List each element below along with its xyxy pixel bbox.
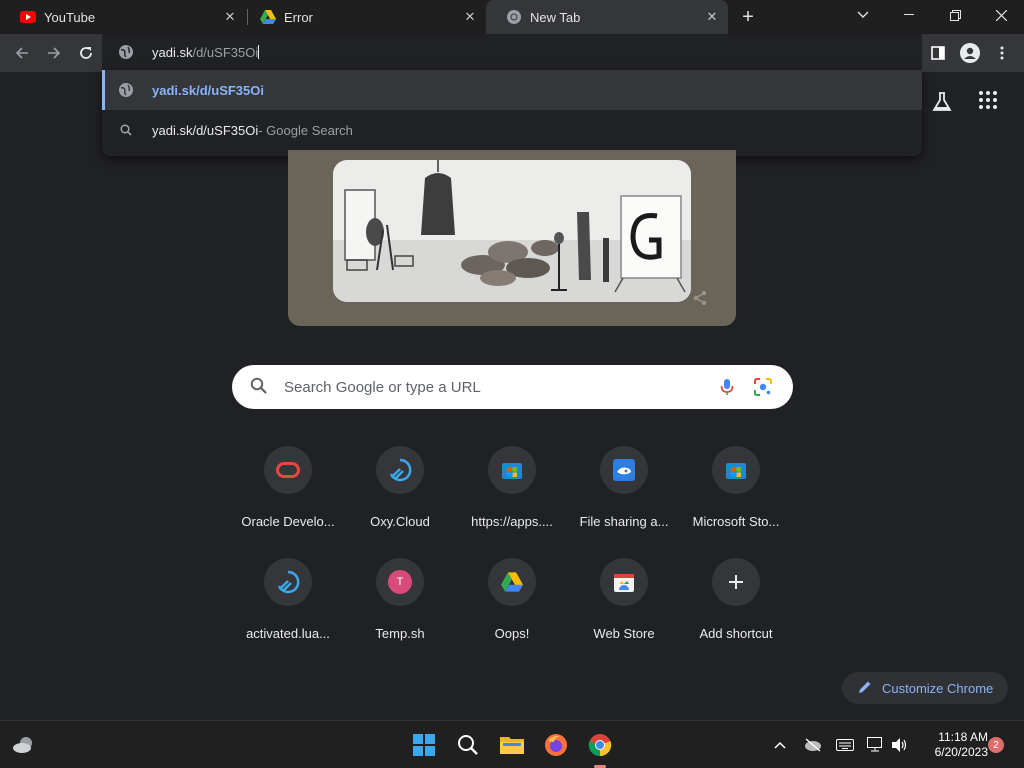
shortcut-label: Temp.sh (375, 626, 425, 641)
search-icon (118, 122, 134, 138)
suggestion-url[interactable]: yadi.sk/d/uSF35Oi (102, 70, 922, 110)
search-input[interactable]: Search Google or type a URL (284, 379, 717, 396)
address-typed-text: yadi.sk (152, 44, 193, 60)
reload-button[interactable] (72, 39, 100, 67)
suggestion-search[interactable]: yadi.sk/d/uSF35Oi - Google Search (102, 110, 922, 150)
firefox-icon[interactable] (540, 729, 572, 761)
close-icon[interactable]: ✕ (460, 7, 480, 27)
letter-avatar-icon: T (376, 558, 424, 606)
shortcut-label: File sharing a... (579, 514, 669, 529)
close-window-button[interactable] (978, 0, 1024, 30)
file-explorer-icon[interactable] (496, 729, 528, 761)
shortcut-oops[interactable]: Oops! (456, 556, 568, 656)
clock-date: 6/20/2023 (934, 745, 988, 759)
address-input[interactable]: yadi.sk/d/uSF35Oi (152, 44, 260, 60)
profile-avatar[interactable] (956, 39, 984, 67)
youtube-icon (20, 9, 36, 25)
web-store-icon (600, 558, 648, 606)
keyboard-icon[interactable] (835, 735, 855, 755)
weather-icon[interactable] (8, 729, 40, 761)
google-doodle[interactable] (333, 160, 691, 302)
share-icon[interactable] (692, 290, 708, 306)
close-icon[interactable]: ✕ (220, 7, 240, 27)
shortcut-label: Add shortcut (699, 626, 773, 641)
close-icon[interactable]: ✕ (702, 7, 722, 27)
suggestion-suffix: - Google Search (258, 122, 353, 138)
google-drive-icon (260, 9, 276, 25)
microsoft-store-icon (488, 446, 536, 494)
back-button[interactable] (8, 39, 36, 67)
shortcut-temp-sh[interactable]: T Temp.sh (344, 556, 456, 656)
system-clock[interactable]: 11:18 AM 6/20/2023 (918, 730, 988, 760)
taskbar: 11:18 AM 6/20/2023 2 (0, 720, 1024, 768)
search-icon[interactable] (452, 729, 484, 761)
customize-label: Customize Chrome (882, 680, 994, 696)
voice-search-icon[interactable] (717, 377, 737, 397)
globe-icon (118, 44, 134, 60)
address-bar[interactable]: yadi.sk/d/uSF35Oi (102, 34, 922, 70)
shortcut-label: Oops! (494, 626, 530, 641)
shortcut-label: Microsoft Sto... (692, 514, 780, 529)
shortcut-microsoft-store[interactable]: Microsoft Sto... (680, 444, 792, 544)
tab-search-chevron-icon[interactable] (840, 0, 886, 30)
shortcut-activated-lua[interactable]: activated.lua... (232, 556, 344, 656)
customize-chrome-button[interactable]: Customize Chrome (842, 672, 1008, 704)
file-sharing-icon (600, 446, 648, 494)
volume-icon[interactable] (890, 735, 910, 755)
suggestion-text: yadi.sk/d/uSF35Oi (152, 82, 264, 98)
pencil-icon (858, 680, 874, 696)
tab-new-tab[interactable]: New Tab ✕ (486, 0, 728, 34)
google-lens-icon[interactable] (753, 377, 773, 397)
letter-avatar: T (388, 570, 412, 594)
shortcut-label: Web Store (593, 626, 655, 641)
menu-kebab-icon[interactable] (988, 39, 1016, 67)
plus-icon (712, 558, 760, 606)
side-panel-icon[interactable] (924, 39, 952, 67)
address-autocomplete-text: /d/uSF35Oi (192, 44, 259, 60)
chrome-icon (506, 9, 522, 25)
shortcut-oracle[interactable]: Oracle Develo... (232, 444, 344, 544)
restore-button[interactable] (932, 0, 978, 30)
chrome-labs-icon[interactable] (930, 90, 954, 114)
suggestion-text: yadi.sk/d/uSF35Oi (152, 122, 259, 138)
chevron-up-icon[interactable] (770, 735, 790, 755)
search-icon (250, 377, 270, 397)
network-icon[interactable] (866, 735, 886, 755)
google-drive-icon (488, 558, 536, 606)
omnibox-suggestions: yadi.sk/d/uSF35Oi yadi.sk/d/uSF35Oi - Go… (102, 70, 922, 156)
tab-youtube[interactable]: YouTube ✕ (0, 0, 246, 34)
add-shortcut-button[interactable]: Add shortcut (680, 556, 792, 656)
shortcut-web-store[interactable]: Web Store (568, 556, 680, 656)
shortcut-apps[interactable]: https://apps.... (456, 444, 568, 544)
chrome-taskbar-icon[interactable] (584, 729, 616, 761)
oracle-icon (264, 446, 312, 494)
new-tab-button[interactable]: + (736, 5, 760, 29)
shortcut-oxy-cloud[interactable]: Oxy.Cloud (344, 444, 456, 544)
minimize-button[interactable] (886, 0, 932, 30)
tab-title: New Tab (530, 9, 581, 25)
windows-start-icon[interactable] (408, 729, 440, 761)
tab-error[interactable]: Error ✕ (240, 0, 486, 34)
shortcut-label: activated.lua... (246, 626, 330, 641)
text-caret (258, 44, 260, 59)
notification-badge[interactable]: 2 (988, 737, 1004, 753)
microsoft-store-icon (712, 446, 760, 494)
onedrive-offline-icon[interactable] (803, 735, 823, 755)
oxy-cloud-icon (264, 558, 312, 606)
shortcut-label: https://apps.... (471, 514, 553, 529)
tab-strip: YouTube ✕ Error ✕ New Tab ✕ + (0, 0, 1024, 34)
search-box[interactable]: Search Google or type a URL (232, 365, 793, 409)
forward-button[interactable] (40, 39, 68, 67)
google-apps-icon[interactable] (978, 90, 1002, 114)
shortcut-file-sharing[interactable]: File sharing a... (568, 444, 680, 544)
oxy-cloud-icon (376, 446, 424, 494)
globe-icon (118, 82, 134, 98)
tab-title: YouTube (44, 9, 96, 25)
clock-time: 11:18 AM (938, 730, 988, 744)
tab-title: Error (284, 9, 313, 25)
shortcut-label: Oracle Develo... (241, 514, 335, 529)
shortcut-label: Oxy.Cloud (370, 514, 430, 529)
